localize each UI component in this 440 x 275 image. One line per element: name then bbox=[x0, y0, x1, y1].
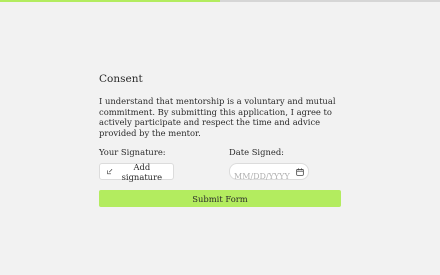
calendar-icon[interactable] bbox=[296, 168, 304, 176]
date-field: Date Signed: bbox=[229, 147, 309, 184]
signature-label: Your Signature: bbox=[99, 147, 166, 157]
add-signature-label: Add signature bbox=[121, 161, 163, 182]
signature-field: Your Signature: Add signature bbox=[99, 147, 174, 182]
consent-text: I understand that mentorship is a volunt… bbox=[99, 96, 336, 138]
date-input-wrapper bbox=[229, 163, 309, 184]
section-title: Consent bbox=[99, 73, 143, 85]
submit-form-button[interactable]: Submit Form bbox=[99, 190, 341, 207]
consent-form: Consent I understand that mentorship is … bbox=[99, 72, 341, 207]
progress-bar-fill bbox=[0, 0, 220, 2]
add-signature-button[interactable]: Add signature bbox=[99, 161, 174, 182]
progress-bar bbox=[0, 0, 440, 2]
date-label: Date Signed: bbox=[229, 147, 285, 157]
signature-fields: Your Signature: Add signature Date Signe… bbox=[99, 147, 341, 184]
edit-icon bbox=[107, 168, 113, 175]
